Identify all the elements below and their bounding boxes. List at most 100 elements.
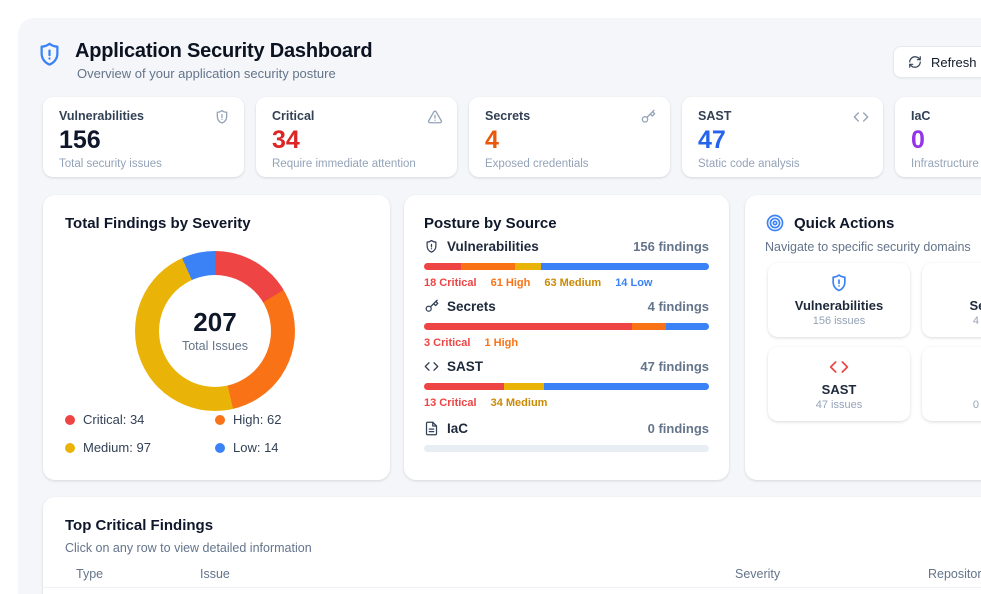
refresh-icon: [908, 55, 922, 69]
posture-row-sast: SAST 47 findings 13 Critical 34 Medium: [424, 359, 709, 409]
posture-findings-count: 156 findings: [633, 239, 709, 254]
posture-source-name: IaC: [447, 421, 640, 436]
posture-row-secrets: Secrets 4 findings 3 Critical 1 High: [424, 299, 709, 349]
findings-table-panel: Top Critical Findings Click on any row t…: [43, 497, 981, 594]
stat-card-sast: SAST 47 Static code analysis: [682, 97, 883, 177]
stat-subtext: Exposed credentials: [485, 158, 654, 170]
key-icon: [640, 109, 656, 125]
posture-panel: Posture by Source Vulnerabilities 156 fi…: [404, 195, 729, 480]
quick-action-label: Secrets: [970, 298, 981, 313]
quick-action-count: 156 issues: [813, 315, 866, 327]
column-header-repository: Repository: [928, 567, 981, 581]
quick-actions-subtitle: Navigate to specific security domains: [765, 240, 971, 254]
stat-value: 47: [698, 127, 867, 155]
posture-stacked-bar: [424, 383, 709, 390]
total-issues-label: Total Issues: [182, 339, 248, 353]
total-issues-value: 207: [193, 309, 236, 335]
breakdown-high: 1 High: [484, 337, 518, 349]
legend-item-low: Low: 14: [215, 440, 281, 455]
quick-actions-grid: Vulnerabilities 156 issues Secrets 4 iss…: [768, 263, 981, 421]
stat-card-secrets: Secrets 4 Exposed credentials: [469, 97, 670, 177]
posture-row-vulnerabilities: Vulnerabilities 156 findings 18 Critical…: [424, 239, 709, 289]
refresh-button[interactable]: Refresh: [893, 46, 981, 78]
stat-card-row: Vulnerabilities 156 Total security issue…: [43, 97, 981, 177]
refresh-label: Refresh: [931, 55, 977, 70]
stat-label: Critical: [272, 109, 441, 123]
breakdown-critical: 18 Critical: [424, 277, 477, 289]
key-icon: [424, 299, 439, 314]
legend-label: Low: 14: [233, 440, 279, 455]
stat-subtext: Require immediate attention: [272, 158, 441, 170]
posture-source-name: SAST: [447, 359, 632, 374]
warning-triangle-icon: [427, 109, 443, 125]
legend-item-critical: Critical: 34: [65, 412, 215, 427]
posture-breakdown: 3 Critical 1 High: [424, 337, 709, 349]
quick-action-sast[interactable]: SAST 47 issues: [768, 347, 910, 421]
quick-action-iac[interactable]: IaC 0 issues: [922, 347, 981, 421]
legend-item-medium: Medium: 97: [65, 440, 215, 455]
posture-source-name: Secrets: [447, 299, 640, 314]
posture-row-iac: IaC 0 findings: [424, 421, 709, 452]
quick-action-secrets[interactable]: Secrets 4 issues: [922, 263, 981, 337]
page-subtitle: Overview of your application security po…: [77, 66, 336, 81]
severity-panel: Total Findings by Severity 207 Total Iss…: [43, 195, 390, 480]
quick-action-count: 4 issues: [973, 315, 981, 327]
stat-value: 34: [272, 127, 441, 155]
breakdown-medium: 34 Medium: [491, 397, 548, 409]
posture-row-header: SAST 47 findings: [424, 359, 709, 374]
quick-action-label: Vulnerabilities: [795, 298, 883, 313]
legend-dot: [65, 415, 75, 425]
severity-panel-title: Total Findings by Severity: [65, 215, 251, 232]
severity-donut-chart: 207 Total Issues: [135, 251, 295, 411]
stat-card-vulnerabilities: Vulnerabilities 156 Total security issue…: [43, 97, 244, 177]
posture-row-header: Secrets 4 findings: [424, 299, 709, 314]
breakdown-low: 14 Low: [615, 277, 652, 289]
column-header-issue: Issue: [200, 567, 230, 581]
stat-subtext: Total security issues: [59, 158, 228, 170]
breakdown-high: 61 High: [491, 277, 531, 289]
donut-center: 207 Total Issues: [159, 275, 271, 387]
code-icon: [424, 359, 439, 374]
breakdown-medium: 63 Medium: [544, 277, 601, 289]
stat-value: 156: [59, 127, 228, 155]
app-security-dashboard: Application Security Dashboard Overview …: [0, 0, 981, 594]
file-icon: [424, 421, 439, 436]
posture-stacked-bar: [424, 263, 709, 270]
posture-findings-count: 4 findings: [648, 299, 709, 314]
breakdown-critical: 3 Critical: [424, 337, 470, 349]
posture-stacked-bar: [424, 445, 709, 452]
target-icon: [765, 213, 785, 233]
legend-dot: [65, 443, 75, 453]
column-header-type: Type: [76, 567, 103, 581]
stat-value: 0: [911, 127, 981, 155]
posture-source-name: Vulnerabilities: [447, 239, 625, 254]
stat-subtext: Infrastructure as code: [911, 158, 981, 170]
page-title: Application Security Dashboard: [75, 40, 372, 63]
code-icon: [829, 357, 849, 377]
shield-alert-icon: [214, 109, 230, 125]
stat-label: Secrets: [485, 109, 654, 123]
stat-label: IaC: [911, 109, 981, 123]
posture-stacked-bar: [424, 323, 709, 330]
breakdown-critical: 13 Critical: [424, 397, 477, 409]
legend-label: Medium: 97: [83, 440, 151, 455]
legend-label: High: 62: [233, 412, 281, 427]
table-header-divider: [43, 587, 981, 588]
quick-action-label: SAST: [822, 382, 857, 397]
findings-table-title: Top Critical Findings: [65, 517, 213, 534]
quick-actions-title: Quick Actions: [794, 215, 894, 232]
stat-subtext: Static code analysis: [698, 158, 867, 170]
shield-alert-icon: [36, 41, 63, 68]
legend-item-high: High: 62: [215, 412, 281, 427]
posture-breakdown: 13 Critical 34 Medium: [424, 397, 709, 409]
legend-dot: [215, 415, 225, 425]
stat-card-iac: IaC 0 Infrastructure as code: [895, 97, 981, 177]
legend-dot: [215, 443, 225, 453]
legend-label: Critical: 34: [83, 412, 144, 427]
quick-action-count: 47 issues: [816, 399, 862, 411]
stat-card-critical: Critical 34 Require immediate attention: [256, 97, 457, 177]
posture-row-header: Vulnerabilities 156 findings: [424, 239, 709, 254]
posture-findings-count: 47 findings: [640, 359, 709, 374]
quick-action-vulnerabilities[interactable]: Vulnerabilities 156 issues: [768, 263, 910, 337]
quick-action-count: 0 issues: [973, 399, 981, 411]
